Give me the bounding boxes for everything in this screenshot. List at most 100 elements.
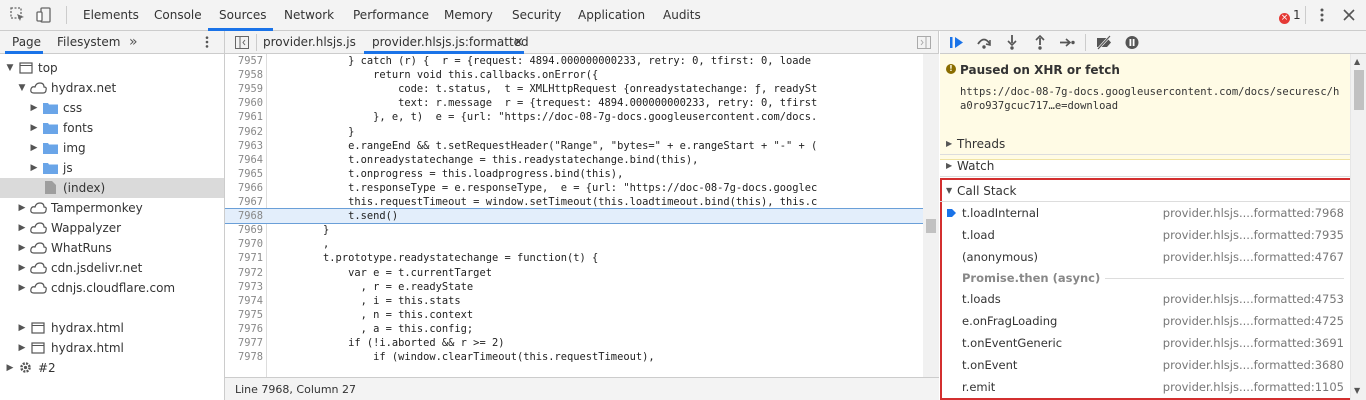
code-line[interactable]: 7965 t.onprogress = this.loadprogress.bi… [225,167,923,181]
step-into-icon[interactable] [1003,34,1021,51]
tree-item-file-selected[interactable]: (index) [0,178,224,198]
frame-location[interactable]: provider.hlsjs....formatted:4753 [1163,288,1344,310]
tree-item-frame[interactable]: ▶ hydrax.html [0,338,224,358]
line-number[interactable]: 7964 [225,153,263,167]
tree-item-top[interactable]: ▼ top [0,58,224,78]
line-number[interactable]: 7967 [225,195,263,209]
line-number[interactable]: 7971 [225,251,263,265]
tab-application[interactable]: Application [578,0,645,31]
call-frame[interactable]: (anonymous) provider.hlsjs....formatted:4… [942,246,1352,268]
collapse-triangle-icon[interactable]: ▼ [17,78,27,98]
tree-item-domain[interactable]: ▶ cdnjs.cloudflare.com [0,278,224,298]
tree-item-worker[interactable]: ▶ #2 [0,358,224,378]
line-number[interactable]: 7968 [225,209,263,223]
line-number[interactable]: 7974 [225,294,263,308]
expand-triangle-icon[interactable]: ▶ [29,98,39,118]
expand-triangle-icon[interactable]: ▶ [29,158,39,178]
line-number[interactable]: 7960 [225,96,263,110]
section-watch[interactable]: ▶ Watch [940,155,1350,177]
sidebar-scrollbar[interactable]: ▲ ▼ [1350,54,1366,400]
code-view[interactable]: 7957 } catch (r) { r = {request: 4894.00… [225,54,939,387]
section-call-stack[interactable]: ▼ Call Stack [940,180,1350,202]
frame-location[interactable]: provider.hlsjs....formatted:4725 [1163,310,1344,332]
deactivate-breakpoints-icon[interactable] [1095,34,1113,51]
call-frame[interactable]: t.onEvent provider.hlsjs....formatted:368… [942,354,1352,376]
tab-console[interactable]: Console [154,0,202,31]
line-number[interactable]: 7966 [225,181,263,195]
expand-triangle-icon[interactable]: ▶ [17,218,27,238]
device-toolbar-icon[interactable] [36,7,52,23]
more-tabs-button[interactable]: » [129,31,138,54]
call-frame[interactable]: e.onFragLoading provider.hlsjs....formatt… [942,310,1352,332]
navigator-menu-icon[interactable] [200,35,214,49]
code-line[interactable]: 7964 t.onreadystatechange = this.readyst… [225,153,923,167]
line-number[interactable]: 7969 [225,223,263,237]
code-line[interactable]: 7960 text: r.message r = {trequest: 4894… [225,96,923,110]
tree-item-domain[interactable]: ▶ Wappalyzer [0,218,224,238]
line-number[interactable]: 7961 [225,110,263,124]
tree-item-folder[interactable]: ▶ css [0,98,224,118]
step-out-icon[interactable] [1031,34,1049,51]
more-options-icon[interactable] [1314,7,1330,23]
expand-triangle-icon[interactable]: ▶ [17,238,27,258]
call-frame[interactable]: t.load provider.hlsjs....formatted:7935 [942,224,1352,246]
tree-item-frame[interactable]: ▶ hydrax.html [0,318,224,338]
code-line[interactable]: 7969 } [225,223,923,237]
code-line[interactable]: 7958 return void this.callbacks.onError(… [225,68,923,82]
line-number[interactable]: 7973 [225,280,263,294]
tree-item-domain[interactable]: ▶ WhatRuns [0,238,224,258]
code-line[interactable]: 7963 e.rangeEnd && t.setRequestHeader("R… [225,139,923,153]
code-line[interactable]: 7962 } [225,125,923,139]
close-devtools-icon[interactable] [1341,7,1357,23]
code-line[interactable]: 7976 , a = this.config; [225,322,923,336]
step-icon[interactable] [1058,34,1076,51]
expand-triangle-icon[interactable]: ▶ [5,358,15,378]
line-number[interactable]: 7957 [225,54,263,68]
code-line[interactable]: 7966 t.responseType = e.responseType, e … [225,181,923,195]
tree-item-folder[interactable]: ▶ img [0,138,224,158]
code-line[interactable]: 7977 if (!i.aborted && r >= 2) [225,336,923,350]
line-number[interactable]: 7958 [225,68,263,82]
call-frame-current[interactable]: t.loadInternal provider.hlsjs....formatte… [942,202,1352,224]
code-line[interactable]: 7971 t.prototype.readystatechange = func… [225,251,923,265]
expand-triangle-icon[interactable]: ▶ [17,338,27,358]
tab-audits[interactable]: Audits [663,0,701,31]
vertical-scroll-thumb[interactable] [926,219,936,233]
vertical-scrollbar[interactable] [923,54,939,387]
pause-on-exceptions-icon[interactable] [1123,34,1141,51]
code-line[interactable]: 7974 , i = this.stats [225,294,923,308]
frame-location[interactable]: provider.hlsjs....formatted:7968 [1163,202,1344,224]
tab-performance[interactable]: Performance [353,0,429,31]
code-line[interactable]: 7972 var e = t.currentTarget [225,266,923,280]
tab-sources[interactable]: Sources [219,0,266,31]
code-line[interactable]: 7957 } catch (r) { r = {request: 4894.00… [225,54,923,68]
collapse-triangle-icon[interactable]: ▼ [5,58,15,78]
code-line[interactable]: 7973 , r = e.readyState [225,280,923,294]
code-line[interactable]: 7970 , [225,237,923,251]
line-number[interactable]: 7965 [225,167,263,181]
tree-item-folder[interactable]: ▶ fonts [0,118,224,138]
line-number[interactable]: 7977 [225,336,263,350]
expand-triangle-icon[interactable]: ▶ [29,118,39,138]
scroll-up-icon[interactable]: ▲ [1354,57,1360,66]
inspect-element-icon[interactable] [10,7,26,23]
frame-location[interactable]: provider.hlsjs....formatted:3691 [1163,332,1344,354]
line-number[interactable]: 7978 [225,350,263,364]
tree-item-folder[interactable]: ▶ js [0,158,224,178]
code-line-current[interactable]: 7968 t.send() [225,208,924,225]
section-threads[interactable]: ▶ Threads [940,133,1350,155]
step-over-icon[interactable] [975,34,993,51]
scroll-down-icon[interactable]: ▼ [1354,386,1360,395]
code-line[interactable]: 7961 }, e, t) e = {url: "https://doc-08-… [225,110,923,124]
call-frame[interactable]: r.emit provider.hlsjs....formatted:1105 [942,376,1352,398]
code-line[interactable]: 7978 if (window.clearTimeout(this.reques… [225,350,923,364]
frame-location[interactable]: provider.hlsjs....formatted:7935 [1163,224,1344,246]
editor-tab-source[interactable]: provider.hlsjs.js [263,31,356,54]
line-number[interactable]: 7963 [225,139,263,153]
call-frame[interactable]: t.onEventGeneric provider.hlsjs....format… [942,332,1352,354]
expand-triangle-icon[interactable]: ▶ [17,278,27,298]
sidebar-scroll-thumb[interactable] [1354,70,1364,110]
code-line[interactable]: 7967 this.requestTimeout = window.setTim… [225,195,923,209]
line-number[interactable]: 7975 [225,308,263,322]
frame-location[interactable]: provider.hlsjs....formatted:4767 [1163,246,1344,268]
